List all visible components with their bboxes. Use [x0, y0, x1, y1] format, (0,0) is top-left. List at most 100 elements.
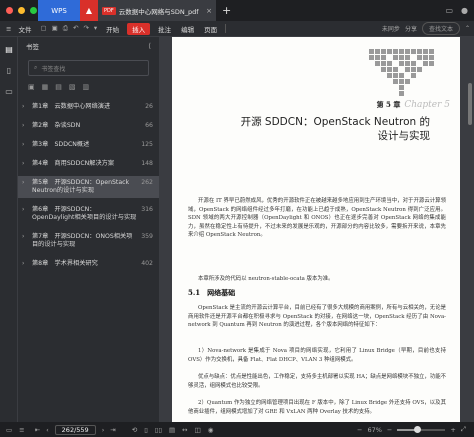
redo-icon[interactable]: ↷: [83, 24, 88, 33]
zoom-out-icon[interactable]: −: [357, 426, 362, 434]
tab-close-icon[interactable]: ×: [206, 7, 212, 15]
prev-page-icon[interactable]: ‹: [46, 426, 49, 434]
double-page-icon[interactable]: ▯▯: [155, 426, 162, 434]
single-page-icon[interactable]: ▯: [144, 426, 148, 434]
layout-icon[interactable]: ▭: [445, 6, 453, 15]
fullscreen-icon[interactable]: ⤢: [461, 425, 466, 434]
bookmark-panel: 书签 ⟨ ⌕ 书签查找 ▣ ▦ ▤ ▧ ▥ › 第1章 云数据中心网络演进 26 › 第…: [18, 37, 160, 422]
zoom-slider[interactable]: [397, 425, 446, 433]
expand-arrow-icon[interactable]: ›: [22, 160, 32, 168]
comment-icon[interactable]: ▭: [0, 82, 18, 100]
zoom-in-icon[interactable]: +: [450, 426, 455, 434]
decoration-cell: [393, 79, 398, 84]
collapse-panel-icon[interactable]: ⟨: [148, 42, 151, 50]
menu-file[interactable]: 文件: [13, 24, 36, 34]
decoration-cell: [369, 85, 374, 90]
bookmark-item[interactable]: › 第4章 商用SDDCN解决方案 148: [18, 157, 159, 171]
decoration-cell: [369, 73, 374, 78]
list-icon[interactable]: ≡: [19, 426, 24, 434]
eye-icon[interactable]: ◉: [208, 426, 214, 434]
find-text-input[interactable]: 查找文本: [421, 22, 460, 35]
menu-start[interactable]: 开始: [101, 24, 124, 34]
expand-arrow-icon[interactable]: ›: [22, 260, 32, 268]
zoom-slider-knob[interactable]: [413, 425, 421, 433]
scrollbar-thumb[interactable]: [468, 83, 472, 125]
decoration-cell: [429, 73, 434, 78]
bookmark-item[interactable]: › 第7章 开源SDDCN：ONOS相关项目的设计与实现 359: [18, 230, 159, 252]
menu-page[interactable]: 页面: [199, 24, 222, 34]
document-viewport[interactable]: 第 5 章 Chapter 5 开源 SDDCN：OpenStack Neutr…: [160, 37, 474, 422]
decoration-cell: [387, 67, 392, 72]
open-folder-icon[interactable]: ▢: [40, 24, 46, 33]
sidebar-toggle-icon[interactable]: ▭: [6, 426, 12, 434]
decoration-cell: [393, 49, 398, 54]
rotate-icon[interactable]: ⟲: [132, 426, 137, 434]
decoration-cell: [369, 55, 374, 60]
expand-arrow-icon[interactable]: ›: [22, 103, 32, 111]
chevron-up-icon[interactable]: ⌃: [465, 25, 470, 32]
save-icon[interactable]: ▣: [52, 24, 58, 33]
new-tab-button[interactable]: +: [216, 4, 231, 17]
decoration-cell: [375, 67, 380, 72]
decoration-cell: [417, 61, 422, 66]
decoration-cell: [423, 61, 428, 66]
expand-arrow-icon[interactable]: ›: [22, 179, 32, 195]
page-number-input[interactable]: 262/559: [54, 424, 96, 435]
expand-arrow-icon[interactable]: ›: [22, 206, 32, 222]
hamburger-icon[interactable]: ≡: [0, 25, 13, 33]
collapse-all-icon[interactable]: ▤: [55, 83, 62, 91]
side-tool-rail: ▤ ▯ ▭: [0, 37, 18, 422]
bookmark-item[interactable]: › 第5章 开源SDDCN：OpenStack Neutron的设计与实现 262: [18, 176, 159, 198]
bookmark-settings-icon[interactable]: ▧: [69, 83, 76, 91]
expand-arrow-icon[interactable]: ›: [22, 233, 32, 249]
continuous-icon[interactable]: ▤: [169, 426, 175, 434]
decoration-cell: [387, 55, 392, 60]
decoration-cell: [375, 55, 380, 60]
bookmark-item[interactable]: › 第3章 SDDCN概述 125: [18, 138, 159, 152]
share-button[interactable]: 分享: [405, 24, 417, 33]
menu-edit[interactable]: 编辑: [176, 24, 199, 34]
decoration-cell: [381, 85, 386, 90]
tab-wps-home[interactable]: WPS: [38, 0, 80, 21]
add-bookmark-icon[interactable]: ▣: [28, 83, 35, 91]
expand-all-icon[interactable]: ▦: [42, 83, 49, 91]
fit-width-icon[interactable]: ↔: [182, 426, 187, 434]
decoration-cell: [393, 73, 398, 78]
expand-arrow-icon[interactable]: ›: [22, 122, 32, 130]
decoration-cell: [399, 73, 404, 78]
zoom-value[interactable]: 67%: [367, 426, 381, 434]
menu-right-group: 未同步 分享 查找文本 ⌃: [382, 22, 474, 35]
sync-status[interactable]: 未同步: [382, 24, 400, 33]
decoration-cell: [405, 49, 410, 54]
tab-app-icon[interactable]: ▲: [80, 0, 98, 21]
tab-document[interactable]: PDF 云数据中心网络与SDN_pdf ×: [98, 0, 216, 21]
thumbnail-icon[interactable]: ▯: [0, 61, 18, 79]
decoration-cell: [429, 85, 434, 90]
menu-insert[interactable]: 插入: [127, 22, 151, 35]
zoom-out-button[interactable]: −: [387, 426, 392, 434]
bookmark-item[interactable]: › 第8章 学术界相关研究 402: [18, 257, 159, 271]
next-page-icon[interactable]: ›: [102, 426, 105, 434]
panel-title: 书签: [26, 43, 39, 51]
first-page-icon[interactable]: ⇤: [35, 426, 40, 434]
undo-icon[interactable]: ↶: [73, 24, 78, 33]
maximize-window-button[interactable]: [30, 7, 37, 14]
read-mode-icon[interactable]: ◫: [195, 426, 201, 434]
section-heading: 5.1 网络基础: [188, 288, 236, 297]
decoration-cell: [423, 49, 428, 54]
delete-bookmark-icon[interactable]: ▥: [83, 83, 90, 91]
bookmark-icon[interactable]: ▤: [0, 40, 18, 58]
bookmark-item[interactable]: › 第2章 杂谈SDN 66: [18, 119, 159, 133]
more-icon[interactable]: ▾: [94, 24, 97, 33]
menu-annotate[interactable]: 批注: [153, 24, 176, 34]
minimize-window-button[interactable]: [18, 7, 25, 14]
avatar[interactable]: ●: [461, 6, 468, 15]
bookmark-item[interactable]: › 第6章 开源SDDCN：OpenDaylight相关项目的设计与实现 316: [18, 203, 159, 225]
bookmark-item[interactable]: › 第1章 云数据中心网络演进 26: [18, 100, 159, 114]
bookmark-search-input[interactable]: ⌕ 书签查找: [28, 60, 149, 76]
print-icon[interactable]: ⎙: [63, 24, 68, 33]
expand-arrow-icon[interactable]: ›: [22, 141, 32, 149]
bookmark-page: 316: [141, 206, 153, 213]
last-page-icon[interactable]: ⇥: [110, 426, 115, 434]
close-window-button[interactable]: [6, 7, 13, 14]
